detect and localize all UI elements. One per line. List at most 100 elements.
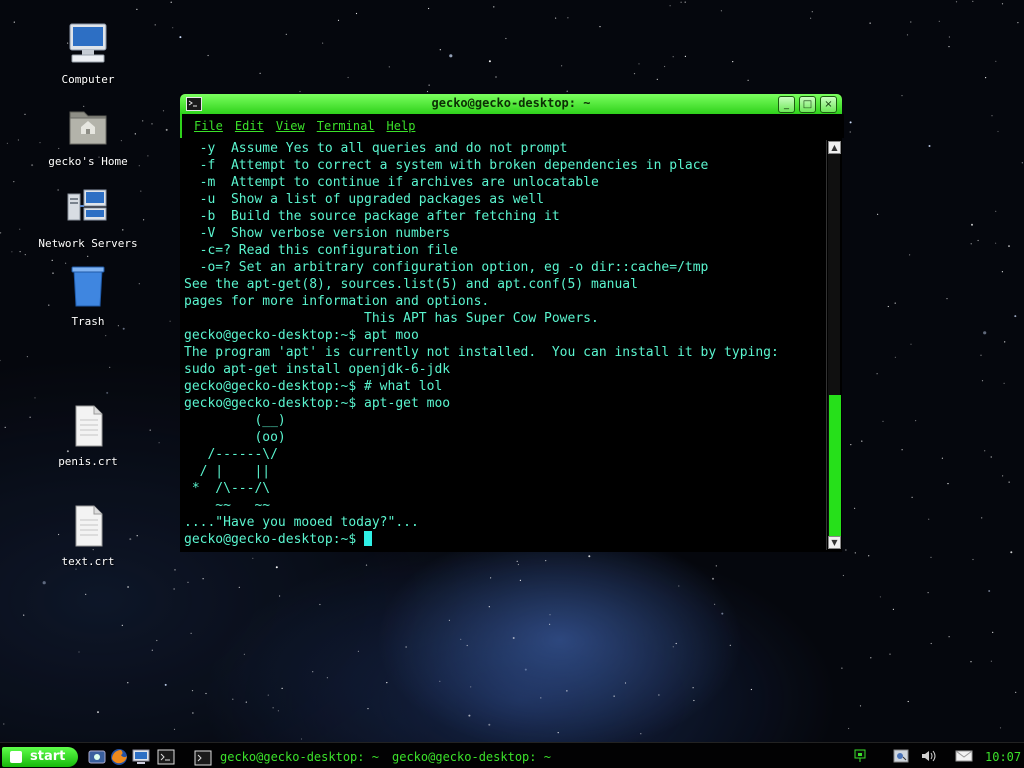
terminal-line: / | || [184, 464, 271, 479]
terminal-prompt-line[interactable]: gecko@gecko-desktop:~$ [184, 531, 826, 548]
scroll-thumb[interactable] [829, 395, 841, 536]
star [995, 210, 997, 212]
star [164, 683, 167, 686]
terminal-line: See the apt-get(8), sources.list(5) and … [184, 277, 638, 292]
menu-terminal[interactable]: Terminal [317, 119, 375, 133]
star [468, 714, 471, 717]
start-button[interactable]: start [2, 747, 78, 767]
star [0, 232, 2, 234]
star [357, 650, 359, 653]
star [109, 366, 111, 368]
star [272, 707, 274, 709]
network-servers-icon [67, 189, 107, 221]
star [162, 110, 165, 112]
star [955, 1, 958, 3]
star [693, 699, 695, 702]
menu-file[interactable]: File [194, 119, 223, 133]
star [367, 708, 369, 710]
desktop-icon-computer[interactable]: Computer [28, 22, 148, 86]
star [669, 5, 671, 7]
taskbar-task-terminal[interactable]: gecko@gecko-desktop: ~ [220, 749, 379, 765]
star [267, 694, 269, 696]
star [136, 8, 138, 10]
star [566, 690, 568, 692]
star [192, 712, 194, 714]
minimize-button[interactable]: _ [778, 96, 795, 113]
star [911, 496, 913, 498]
star [505, 37, 507, 40]
star [470, 686, 472, 688]
star [151, 123, 153, 125]
star [426, 90, 429, 93]
scroll-up-arrow[interactable]: ▲ [828, 141, 841, 154]
close-button[interactable]: × [820, 96, 837, 113]
star [985, 77, 987, 79]
firefox-icon[interactable] [110, 748, 128, 766]
network-status-icon[interactable] [852, 748, 870, 764]
terminal-icon[interactable] [157, 748, 175, 766]
desktop-icon-text-crt[interactable]: text.crt [28, 504, 148, 568]
star [169, 320, 171, 322]
star [170, 1, 172, 3]
star [927, 592, 929, 594]
star [154, 24, 156, 26]
clock[interactable]: 10:07 [985, 749, 1021, 765]
star [859, 705, 862, 707]
desktop-icon-network-servers[interactable]: Network Servers [28, 186, 148, 250]
desktop-icon-label: Network Servers [38, 237, 138, 250]
volume-icon[interactable] [920, 748, 938, 764]
show-desktop-icon[interactable] [132, 748, 150, 766]
star [901, 449, 903, 451]
star [981, 517, 983, 519]
maximize-button[interactable]: □ [799, 96, 816, 113]
star [285, 33, 287, 36]
star [664, 65, 666, 68]
star [207, 54, 209, 57]
menu-help[interactable]: Help [387, 119, 416, 133]
star [910, 343, 912, 345]
terminal-line: /------\/ [184, 447, 278, 462]
star [638, 63, 640, 65]
star [656, 78, 658, 80]
scroll-down-arrow[interactable]: ▼ [828, 536, 841, 549]
taskbar-task-terminal-2[interactable]: gecko@gecko-desktop: ~ [392, 749, 551, 765]
window-titlebar[interactable]: gecko@gecko-desktop: ~ _ □ × [180, 94, 842, 114]
star [6, 142, 8, 144]
terminal-output[interactable]: -y Assume Yes to all queries and do not … [180, 140, 826, 552]
star [1015, 691, 1017, 694]
desktop-icon-penis-crt[interactable]: penis.crt [28, 404, 148, 468]
desktop-icon-home[interactable]: gecko's Home [28, 104, 148, 168]
star [540, 697, 542, 699]
star [405, 646, 407, 648]
star [721, 612, 724, 615]
star [105, 335, 107, 337]
star [549, 623, 551, 625]
star [3, 723, 5, 725]
update-icon[interactable] [892, 748, 910, 764]
star [971, 223, 973, 226]
star [561, 65, 563, 67]
desktop-icon-trash[interactable]: Trash [28, 264, 148, 328]
terminal-line: This APT has Super Cow Powers. [184, 311, 599, 326]
menu-edit[interactable]: Edit [235, 119, 264, 133]
terminal-window[interactable]: gecko@gecko-desktop: ~ _ □ × File Edit Vie… [180, 94, 844, 552]
star [990, 660, 993, 662]
star [545, 560, 547, 562]
mail-icon[interactable] [955, 748, 973, 764]
scroll-track[interactable] [828, 154, 841, 536]
start-label: start [30, 749, 66, 764]
scrollbar[interactable]: ▲ ▼ [826, 140, 841, 550]
star [712, 577, 714, 580]
desktop-icon-label: penis.crt [58, 455, 118, 468]
star [995, 242, 997, 244]
star [78, 651, 80, 653]
star [51, 259, 53, 261]
star [672, 56, 674, 58]
network-monitor-icon[interactable] [88, 748, 106, 766]
menu-view[interactable]: View [276, 119, 305, 133]
home-folder-icon [69, 111, 107, 145]
terminal-line: (oo) [184, 430, 286, 445]
star [1001, 3, 1004, 5]
star [191, 690, 194, 692]
star [319, 603, 321, 606]
